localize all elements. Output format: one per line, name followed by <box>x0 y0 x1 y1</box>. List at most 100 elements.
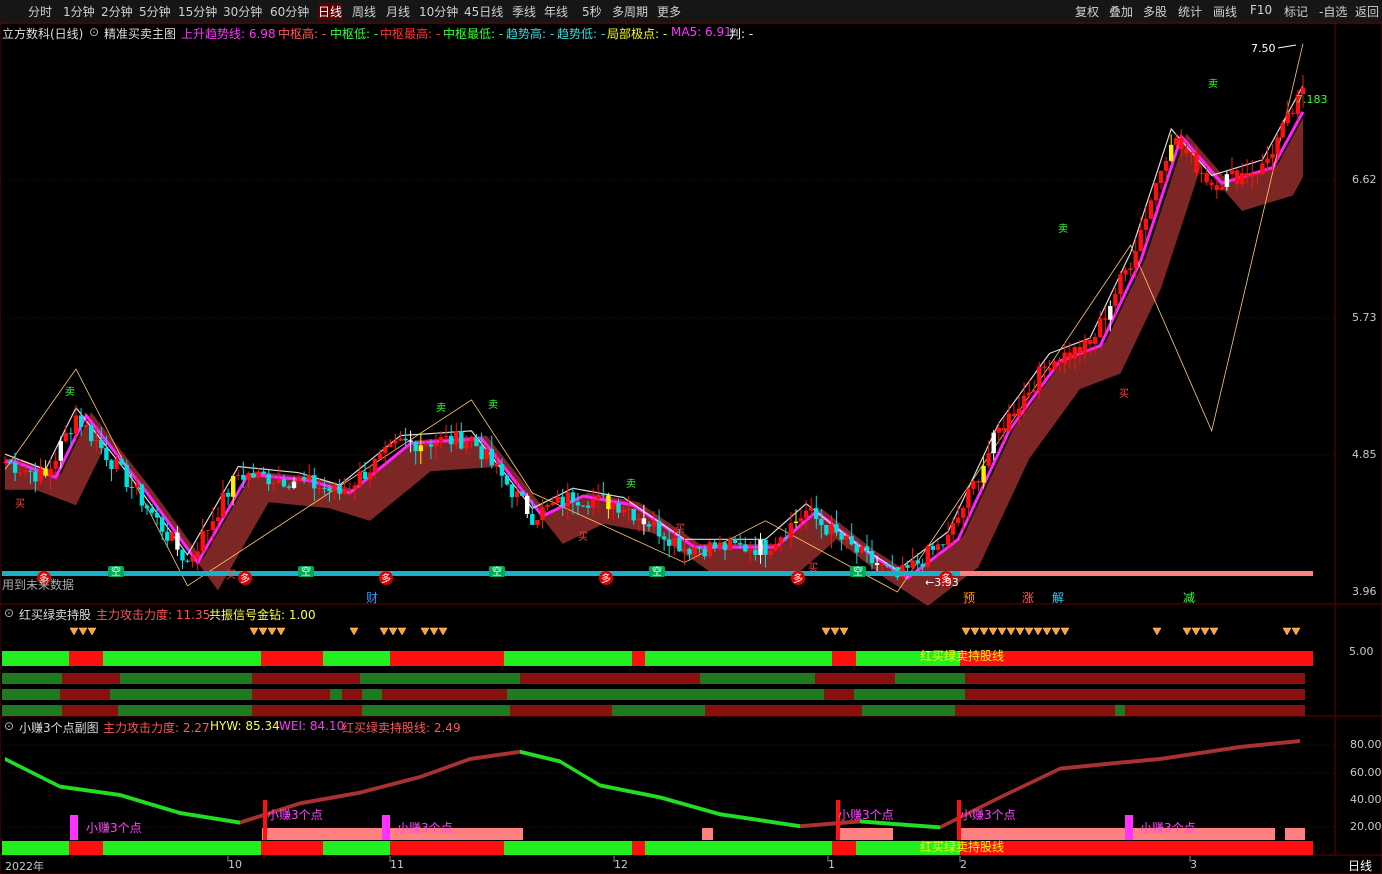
panel2-menu-icon[interactable]: ⊙ <box>4 606 14 620</box>
gold-diamond <box>1033 627 1043 636</box>
gold-diamond <box>1291 627 1301 636</box>
candle-body <box>591 499 596 508</box>
sub-bar-seg <box>252 673 360 684</box>
candle-body <box>1108 306 1113 320</box>
candle-body <box>449 435 454 445</box>
buy-mark: 买 <box>578 531 588 543</box>
sub-bar-seg <box>62 673 120 684</box>
hyw-curve-seg <box>360 775 420 795</box>
sell-mark: 卖 <box>1208 78 1218 90</box>
candle-body <box>1245 173 1250 177</box>
candle-body <box>327 488 332 491</box>
sub-bar-seg <box>854 689 965 700</box>
candle-body <box>474 437 479 447</box>
candle-body <box>1092 337 1098 344</box>
candle-body <box>702 548 707 557</box>
hold-bar-seg <box>69 841 103 855</box>
candle-body <box>697 547 702 549</box>
panel3-tick: 80.00 <box>1350 738 1382 751</box>
candle-body <box>337 485 342 494</box>
candle-body <box>1158 170 1164 183</box>
candle-body <box>139 484 145 506</box>
candle-body <box>1143 218 1148 230</box>
sub-bar-seg <box>2 705 62 716</box>
candle-body <box>1290 112 1296 114</box>
gold-diamond <box>1060 627 1070 636</box>
svg-text:空: 空 <box>492 565 502 578</box>
high-price-pointer <box>1277 44 1297 49</box>
candle-body <box>317 487 322 489</box>
candle-body <box>1037 366 1042 391</box>
candle-body <box>281 479 287 487</box>
candle-body <box>58 441 63 461</box>
candle-body <box>1219 186 1225 191</box>
candle-body <box>1042 366 1047 368</box>
candle-body <box>114 458 119 469</box>
candle-body <box>950 523 956 535</box>
gold-diamond <box>1182 627 1192 636</box>
hyw-curve-seg <box>1120 757 1160 765</box>
hold-bar-seg <box>2 651 69 666</box>
date-tick: 10 <box>228 858 242 871</box>
candle-body <box>727 539 733 551</box>
candle-body <box>672 537 677 546</box>
candle-body <box>778 537 783 544</box>
hold-bar-seg <box>960 651 1313 666</box>
candle-body <box>1204 173 1209 183</box>
sub-bar-seg <box>2 673 62 684</box>
candle-body <box>149 508 155 513</box>
sub-bar-seg <box>110 689 252 700</box>
sub-bar-seg <box>965 673 1305 684</box>
buy-mark: 买 <box>675 523 685 535</box>
kline-chart[interactable]: 多多多多多多空空空空空卖卖 卖卖卖卖买买买买买买←3.93 <box>0 0 1382 874</box>
panel3-title[interactable]: 小赚3个点副图 <box>19 719 99 736</box>
event-mark[interactable]: 财 <box>366 589 378 606</box>
panel3-menu-icon[interactable]: ⊙ <box>4 719 14 733</box>
candle-body <box>935 544 941 550</box>
hyw-curve-seg <box>300 790 360 806</box>
candle-body <box>1047 367 1052 370</box>
candle-body <box>68 433 74 435</box>
period-indicator[interactable]: 日线 <box>1348 857 1372 874</box>
candle-body <box>687 548 692 555</box>
magenta-marker <box>1125 815 1133 840</box>
candle-body <box>606 495 611 510</box>
candle-body <box>1082 340 1088 354</box>
sub-bar-seg <box>1115 705 1125 716</box>
candle-body <box>1163 160 1169 171</box>
candle-body <box>170 532 175 541</box>
sub-bar-seg <box>360 673 520 684</box>
candle-body <box>408 440 413 442</box>
candle-body <box>459 431 464 449</box>
candle-body <box>758 540 763 555</box>
candle-body <box>1027 392 1032 396</box>
event-mark[interactable]: 减 <box>1183 589 1195 606</box>
candle-body <box>1128 268 1133 270</box>
candle-body <box>165 531 170 541</box>
hold-bar-seg <box>960 841 1313 855</box>
candle-body <box>1077 347 1083 354</box>
event-mark[interactable]: 解 <box>1052 589 1064 606</box>
candle-body <box>225 492 231 497</box>
sub-bar-seg <box>510 705 612 716</box>
event-mark[interactable]: 预 <box>963 589 975 606</box>
gold-diamond <box>276 627 286 636</box>
candle-body <box>104 447 109 461</box>
candle-body <box>63 433 68 442</box>
hold-bar-seg <box>2 841 69 855</box>
gold-diamond <box>1015 627 1025 636</box>
candle-body <box>418 445 423 452</box>
candle-body <box>190 556 195 562</box>
candle-body <box>712 542 717 548</box>
candle-body <box>428 444 434 447</box>
candle-body <box>2 462 8 464</box>
panel2-title[interactable]: 红买绿卖持股 <box>19 606 91 623</box>
sub-bar-seg <box>60 689 110 700</box>
event-mark[interactable]: 涨 <box>1022 589 1034 606</box>
candle-body <box>89 425 94 442</box>
candle-body <box>236 474 241 476</box>
svg-text:多: 多 <box>381 572 391 585</box>
svg-text:多: 多 <box>240 572 250 585</box>
candle-body <box>834 524 839 533</box>
hold-bar-seg <box>504 841 632 855</box>
